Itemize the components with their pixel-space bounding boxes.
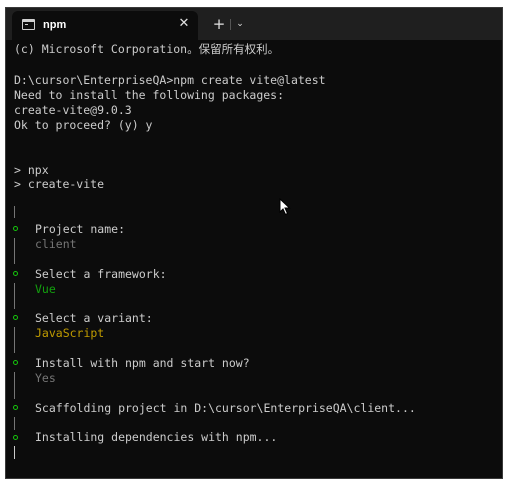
tab-bar: npm ✕ + ⌄ bbox=[6, 8, 502, 40]
gutter-bar bbox=[14, 372, 15, 399]
need-install-line: Need to install the following packages: bbox=[14, 88, 285, 102]
terminal-icon bbox=[22, 19, 35, 30]
variant-value: JavaScript bbox=[35, 326, 105, 340]
gutter-bar bbox=[14, 327, 15, 353]
project-name-label: Project name: bbox=[35, 222, 126, 236]
step-done-icon bbox=[13, 226, 18, 231]
install-value: Yes bbox=[35, 371, 56, 385]
step-done-icon bbox=[13, 315, 18, 320]
install-label: Install with npm and start now? bbox=[35, 356, 250, 370]
mouse-pointer-icon bbox=[279, 198, 291, 216]
close-tab-icon[interactable]: ✕ bbox=[176, 16, 192, 32]
terminal-output[interactable]: (c) Microsoft Corporation。保留所有权利。 D:\cur… bbox=[6, 40, 502, 478]
tab-npm[interactable]: npm ✕ bbox=[12, 11, 198, 40]
create-vite-line: > create-vite bbox=[14, 177, 105, 191]
step-done-icon bbox=[13, 405, 18, 410]
gutter-bar bbox=[14, 417, 15, 430]
step-done-icon bbox=[13, 271, 18, 276]
project-name-value: client bbox=[35, 237, 77, 251]
new-tab-button[interactable]: + bbox=[211, 16, 227, 32]
framework-value: Vue bbox=[35, 282, 56, 296]
command-line: D:\cursor\EnterpriseQA>npm create vite@l… bbox=[14, 73, 326, 87]
text-cursor bbox=[14, 446, 15, 459]
step-done-icon bbox=[13, 360, 18, 365]
npx-line: > npx bbox=[14, 163, 49, 177]
gutter-bar bbox=[14, 206, 15, 218]
gutter-bar bbox=[14, 238, 15, 264]
proceed-line: Ok to proceed? (y) y bbox=[14, 118, 153, 132]
framework-label: Select a framework: bbox=[35, 267, 167, 281]
installing-line: Installing dependencies with npm... bbox=[35, 430, 278, 444]
chevron-down-icon[interactable]: ⌄ bbox=[233, 16, 247, 32]
copyright-line: (c) Microsoft Corporation。保留所有权利。 bbox=[14, 42, 280, 56]
scaffolding-line: Scaffolding project in D:\cursor\Enterpr… bbox=[35, 401, 416, 415]
terminal-window: npm ✕ + ⌄ (c) Microsoft Corporation。保留所有… bbox=[5, 7, 503, 479]
tab-separator bbox=[230, 19, 231, 30]
tab-title: npm bbox=[43, 19, 67, 31]
step-done-icon bbox=[13, 435, 18, 440]
package-line: create-vite@9.0.3 bbox=[14, 103, 132, 117]
variant-label: Select a variant: bbox=[35, 311, 153, 325]
gutter-bar bbox=[14, 283, 15, 309]
